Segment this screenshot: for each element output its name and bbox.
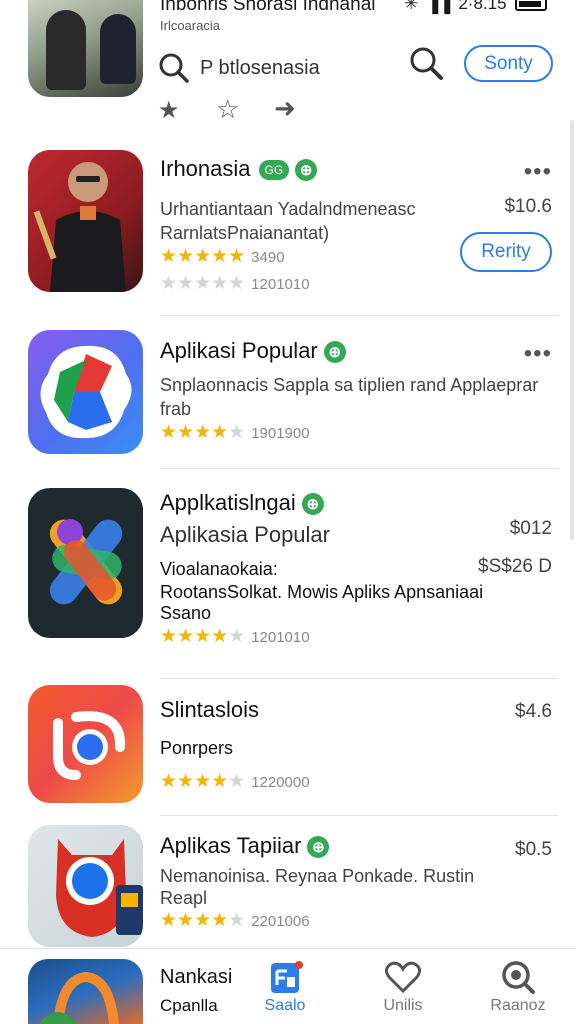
app-description: RootansSolkat. Mowis Apliks Apnsaniaai (160, 582, 484, 602)
search-icon[interactable] (158, 52, 190, 84)
search-query[interactable]: P btlosenasia (200, 57, 320, 80)
app-row[interactable]: Aplikasi Popular ⊕ ••• Snplaonnacis Sappl… (0, 330, 576, 469)
star-rating: ★★★★★ 2201006 (160, 910, 310, 931)
app-description: Vioalanaokaia: (160, 559, 278, 579)
get-button[interactable]: Rerity (460, 232, 552, 272)
star-rating: ★★★★★ 3490 (160, 246, 285, 267)
store-icon (271, 961, 303, 993)
nav-item-wishlist[interactable]: Unilis (358, 949, 448, 1024)
app-description: Urhantiantaan Yadalndmeneasc (160, 199, 416, 219)
app-name[interactable]: Irhonasia GG ⊕ (160, 156, 318, 182)
divider (160, 468, 558, 469)
divider (160, 678, 558, 679)
star-rating: ★★★★★ 1201010 (160, 626, 310, 647)
app-row[interactable]: Aplikas Tapiiar ⊕ $0.5 Nemanoinisa. Reyna… (0, 825, 576, 947)
app-price: $0.5 (515, 839, 552, 860)
verified-icon: ⊕ (301, 493, 324, 516)
verified-icon: ⊕ (323, 341, 346, 364)
app-description: Ponrpers (160, 738, 234, 758)
verified-icon: ⊕ (307, 836, 330, 859)
nav-item-store[interactable]: Saalo (240, 949, 330, 1024)
more-options-icon[interactable]: ••• (524, 340, 552, 368)
app-description: Ssano (160, 603, 212, 623)
app-description: RarnlatsPnaianantat) (160, 223, 330, 243)
star-rating: ★★★★★ 1220000 (160, 771, 310, 792)
app-icon[interactable] (28, 685, 143, 803)
battery-icon (514, 0, 547, 11)
divider (160, 315, 558, 316)
app-subtitle: Aplikasia Popular (160, 522, 330, 547)
app-price: $012 (509, 518, 552, 539)
app-name[interactable]: Nankasi (160, 966, 232, 989)
header-title: Inbonris Snorasi Indnanal (160, 0, 376, 15)
app-description: frab (160, 399, 192, 419)
app-name[interactable]: Applkatislngai ⊕ (160, 490, 324, 516)
app-price-secondary: $S$26 D (478, 556, 552, 577)
app-row[interactable]: Irhonasia GG ⊕ ••• Urhantiantaan Yadalndme… (0, 150, 576, 316)
nav-label: Unilis (383, 997, 423, 1014)
header-subtitle: Irlcoaracia (160, 18, 220, 33)
app-price: $4.6 (515, 701, 552, 722)
app-name[interactable]: Aplikasi Popular ⊕ (160, 338, 346, 364)
app-icon[interactable] (28, 150, 143, 292)
app-description: Nemanoinisa. Reynaa Ponkade. Rustin (160, 866, 475, 886)
app-price: $10.6 (504, 196, 552, 217)
nav-label: Saalo (264, 997, 306, 1014)
app-icon[interactable] (28, 825, 143, 947)
header: Inbonris Snorasi Indnanal ✳ ▐▐ 2·8.15 Ir… (0, 0, 576, 130)
arrow-right-icon[interactable]: ➜ (274, 93, 296, 124)
app-description: Snplaonnacis Sappla sa tiplien rand Appl… (160, 375, 539, 395)
bottom-nav: Saalo Unilis Raanoz (0, 948, 576, 1024)
star-rating: ★★★★★ 1201010 (160, 273, 310, 294)
search-icon (502, 961, 535, 994)
star-outline-icon[interactable]: ☆ (216, 94, 239, 125)
bluetooth-icon: ✳ (404, 0, 419, 13)
app-icon[interactable] (28, 488, 143, 638)
status-bar: ✳ ▐▐ 2·8.15 (404, 0, 547, 14)
nav-label: Raanoz (490, 997, 546, 1014)
heart-icon (384, 961, 422, 994)
header-avatar[interactable] (28, 0, 143, 97)
app-description: Reapl (160, 888, 208, 908)
sort-button[interactable]: Sonty (464, 45, 553, 82)
status-time: 2·8.15 (458, 0, 507, 13)
signal-icon: ▐▐ (426, 0, 451, 13)
divider (160, 815, 558, 816)
star-rating: ★★★★★ 1901900 (160, 422, 310, 443)
verified-icon: ⊕ (295, 159, 318, 182)
app-icon[interactable] (28, 330, 143, 454)
nav-item-search[interactable]: Raanoz (473, 949, 563, 1024)
app-badge: GG (258, 160, 290, 181)
app-name[interactable]: Aplikas Tapiiar ⊕ (160, 833, 330, 859)
search-icon[interactable] (408, 45, 444, 81)
more-options-icon[interactable]: ••• (524, 158, 552, 186)
app-row[interactable]: Applkatislngai ⊕ Aplikasia Popular $012 $… (0, 488, 576, 679)
star-icon[interactable]: ★ (158, 96, 180, 125)
app-icon[interactable] (28, 959, 143, 1024)
app-name[interactable]: Slintaslois (160, 697, 259, 723)
app-subtitle: Cpanlla (160, 996, 218, 1015)
app-row[interactable]: Slintaslois $4.6 Ponrpers ★★★★★ 1220000 (0, 685, 576, 817)
